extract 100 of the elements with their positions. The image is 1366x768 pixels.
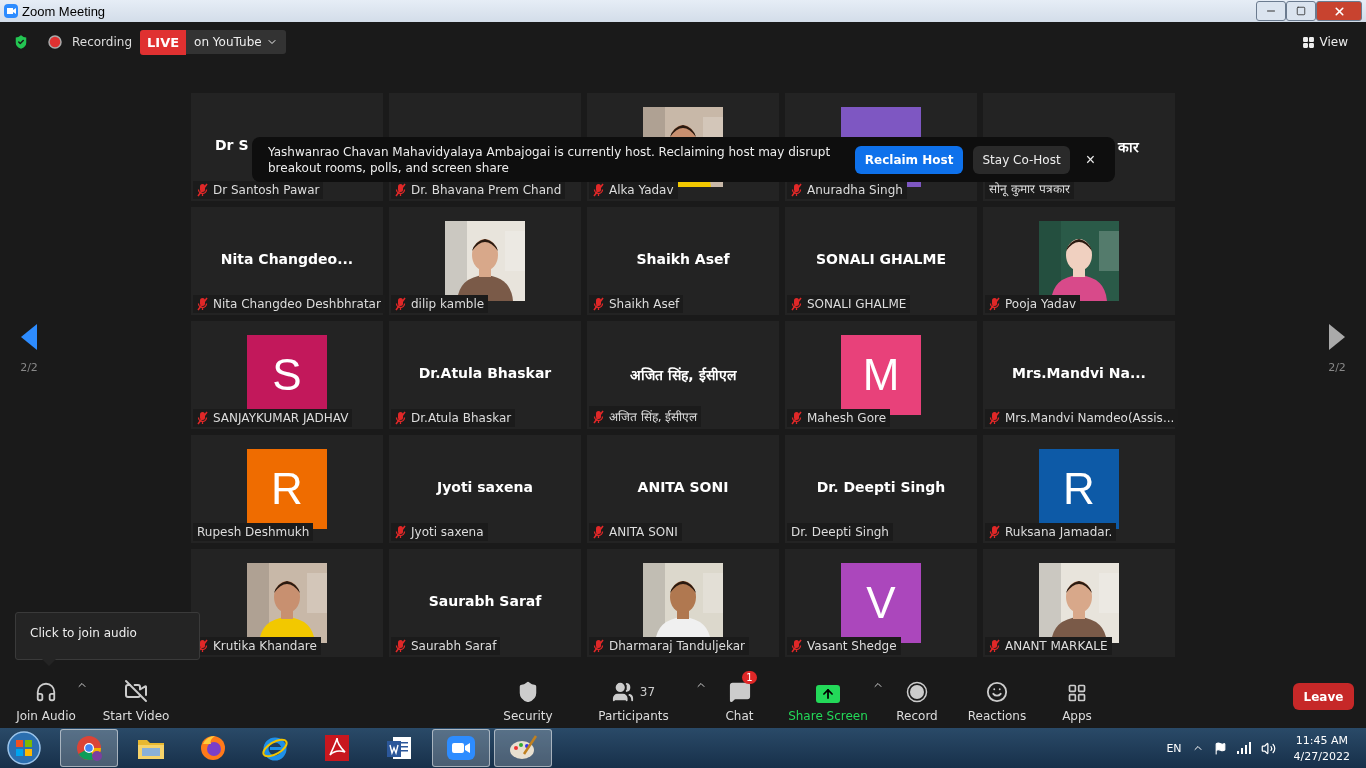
leave-button[interactable]: Leave bbox=[1293, 683, 1354, 710]
maximize-button[interactable] bbox=[1286, 1, 1316, 21]
close-button[interactable]: × bbox=[1079, 150, 1101, 169]
participant-name-label: SONALI GHALME bbox=[787, 295, 911, 313]
share-screen-icon bbox=[816, 684, 840, 703]
video-camera-icon bbox=[446, 735, 476, 761]
participant-name-label: ANITA SONI bbox=[589, 523, 682, 541]
muted-mic-icon bbox=[197, 183, 208, 197]
muted-mic-icon bbox=[791, 183, 802, 197]
shield-icon bbox=[517, 680, 539, 703]
muted-mic-icon bbox=[791, 297, 802, 311]
muted-mic-icon bbox=[791, 639, 802, 653]
recording-label: Recording bbox=[72, 35, 133, 49]
muted-mic-icon bbox=[395, 639, 406, 653]
chat-icon bbox=[728, 680, 751, 703]
page-indicator: 2/2 bbox=[1328, 360, 1346, 374]
participant-name-label: Nita Changdeo Deshbhratar bbox=[193, 295, 385, 313]
previous-page-arrow-icon[interactable] bbox=[20, 322, 38, 351]
video-off-icon bbox=[124, 678, 148, 703]
share-button[interactable]: Share Screen bbox=[778, 670, 878, 723]
muted-mic-icon bbox=[791, 411, 802, 425]
page-indicator: 2/2 bbox=[20, 360, 38, 374]
participant-name-label: अजित सिंह, ईसीएल bbox=[589, 406, 702, 427]
participant-name-display: Jyoti saxena bbox=[436, 479, 533, 495]
clock[interactable]: 11:45 AM 4/27/2022 bbox=[1293, 733, 1350, 763]
participant-name-display: Mrs.Mandvi Na... bbox=[1012, 365, 1146, 381]
muted-mic-icon bbox=[593, 639, 604, 653]
participant-name-label: Mahesh Gore bbox=[787, 409, 891, 427]
firefox-icon bbox=[199, 734, 227, 762]
participant-name-label: Shaikh Asef bbox=[589, 295, 684, 313]
participant-name-display: Shaikh Asef bbox=[636, 251, 730, 267]
apps-icon bbox=[1067, 682, 1087, 703]
muted-mic-icon bbox=[197, 411, 208, 425]
signal-icon[interactable] bbox=[1236, 742, 1251, 754]
participant-name-display: Saurabh Saraf bbox=[428, 593, 542, 609]
banner-message: Yashwanrao Chavan Mahavidyalaya Ambajogai is currently host. Reclaiming host may disrupt breakout rooms, polls, and screen share bbox=[268, 143, 832, 176]
close-button[interactable] bbox=[1316, 1, 1362, 21]
pdf-icon bbox=[324, 734, 350, 762]
participant-name-display: SONALI GHALME bbox=[816, 251, 946, 267]
taskbar-app-button[interactable] bbox=[432, 729, 490, 767]
recording-dot-icon bbox=[48, 35, 62, 49]
record-button[interactable]: Record bbox=[878, 670, 956, 723]
next-page-arrow-icon[interactable] bbox=[1328, 322, 1346, 351]
muted-mic-icon bbox=[395, 525, 406, 539]
grid-icon bbox=[1301, 35, 1315, 49]
language-indicator[interactable]: EN bbox=[1166, 741, 1182, 755]
chat-button[interactable]: 1 Chat bbox=[701, 670, 778, 723]
muted-mic-icon bbox=[197, 297, 208, 311]
stream-dropdown[interactable]: on YouTube bbox=[186, 30, 286, 54]
participant-name-label: Saurabh Saraf bbox=[391, 637, 501, 655]
participant-name-label: Dr.Atula Bhaskar bbox=[391, 409, 516, 427]
encryption-shield-icon[interactable] bbox=[12, 33, 30, 51]
muted-mic-icon bbox=[989, 297, 1000, 311]
video-button[interactable]: Start Video bbox=[82, 670, 190, 723]
audio-button[interactable]: Join Audio bbox=[10, 670, 82, 723]
participant-name-label: Vasant Shedge bbox=[787, 637, 901, 655]
participant-name-display: Dr.Atula Bhaskar bbox=[418, 365, 552, 381]
muted-mic-icon bbox=[989, 639, 1000, 653]
muted-mic-icon bbox=[593, 409, 604, 424]
participant-name-display: Dr. Deepti Singh bbox=[816, 479, 946, 495]
muted-mic-icon bbox=[593, 297, 604, 311]
participants-icon bbox=[611, 680, 634, 703]
security-button[interactable]: Security bbox=[490, 670, 566, 723]
participant-name-label: ANANT MARKALE bbox=[985, 637, 1112, 655]
participant-name-label: dilip kamble bbox=[391, 295, 489, 313]
window-title: Zoom Meeting bbox=[22, 3, 106, 19]
participant-name-label: SANJAYKUMAR JADHAV bbox=[193, 409, 353, 427]
stay-co-host-button[interactable]: Stay Co-Host bbox=[973, 145, 1070, 174]
windows-logo-icon bbox=[7, 731, 41, 765]
participant-name-display: अजित सिंह, ईसीएल bbox=[630, 366, 736, 384]
muted-mic-icon bbox=[395, 183, 406, 197]
live-badge: LIVE bbox=[140, 29, 187, 55]
participants-button[interactable]: 37 Participants bbox=[566, 670, 701, 723]
document-icon bbox=[385, 734, 413, 762]
chat-badge: 1 bbox=[742, 670, 757, 684]
apps-button[interactable]: Apps bbox=[1038, 670, 1116, 723]
participant-name-label: Dr. Deepti Singh bbox=[787, 523, 893, 541]
participant-name-label: Jyoti saxena bbox=[391, 523, 488, 541]
muted-mic-icon bbox=[395, 411, 406, 425]
chrome-icon bbox=[76, 735, 102, 761]
app-icon bbox=[4, 4, 18, 18]
muted-mic-icon bbox=[989, 411, 1000, 425]
participant-name-display: Nita Changdeo... bbox=[220, 251, 354, 267]
palette-icon bbox=[508, 734, 538, 762]
muted-mic-icon bbox=[593, 525, 604, 539]
view-button[interactable]: View bbox=[1295, 34, 1354, 50]
participant-name-label: Ruksana Jamadar. bbox=[985, 523, 1117, 541]
minimize-button[interactable] bbox=[1256, 1, 1286, 21]
close-icon bbox=[1332, 4, 1346, 18]
reactions-button[interactable]: Reactions bbox=[956, 670, 1038, 723]
start-button[interactable] bbox=[4, 730, 44, 766]
participant-name-label: Dharmaraj Tanduljekar bbox=[589, 637, 749, 655]
reclaim-host-button[interactable]: Reclaim Host bbox=[854, 145, 964, 174]
muted-mic-icon bbox=[395, 297, 406, 311]
flag-icon[interactable] bbox=[1213, 741, 1227, 755]
headphones-icon bbox=[35, 680, 57, 703]
participant-name-label: Pooja Yadav bbox=[985, 295, 1081, 313]
maximize-icon bbox=[1296, 6, 1306, 16]
record-icon bbox=[906, 680, 928, 703]
participant-name-display: कार bbox=[1118, 138, 1139, 156]
